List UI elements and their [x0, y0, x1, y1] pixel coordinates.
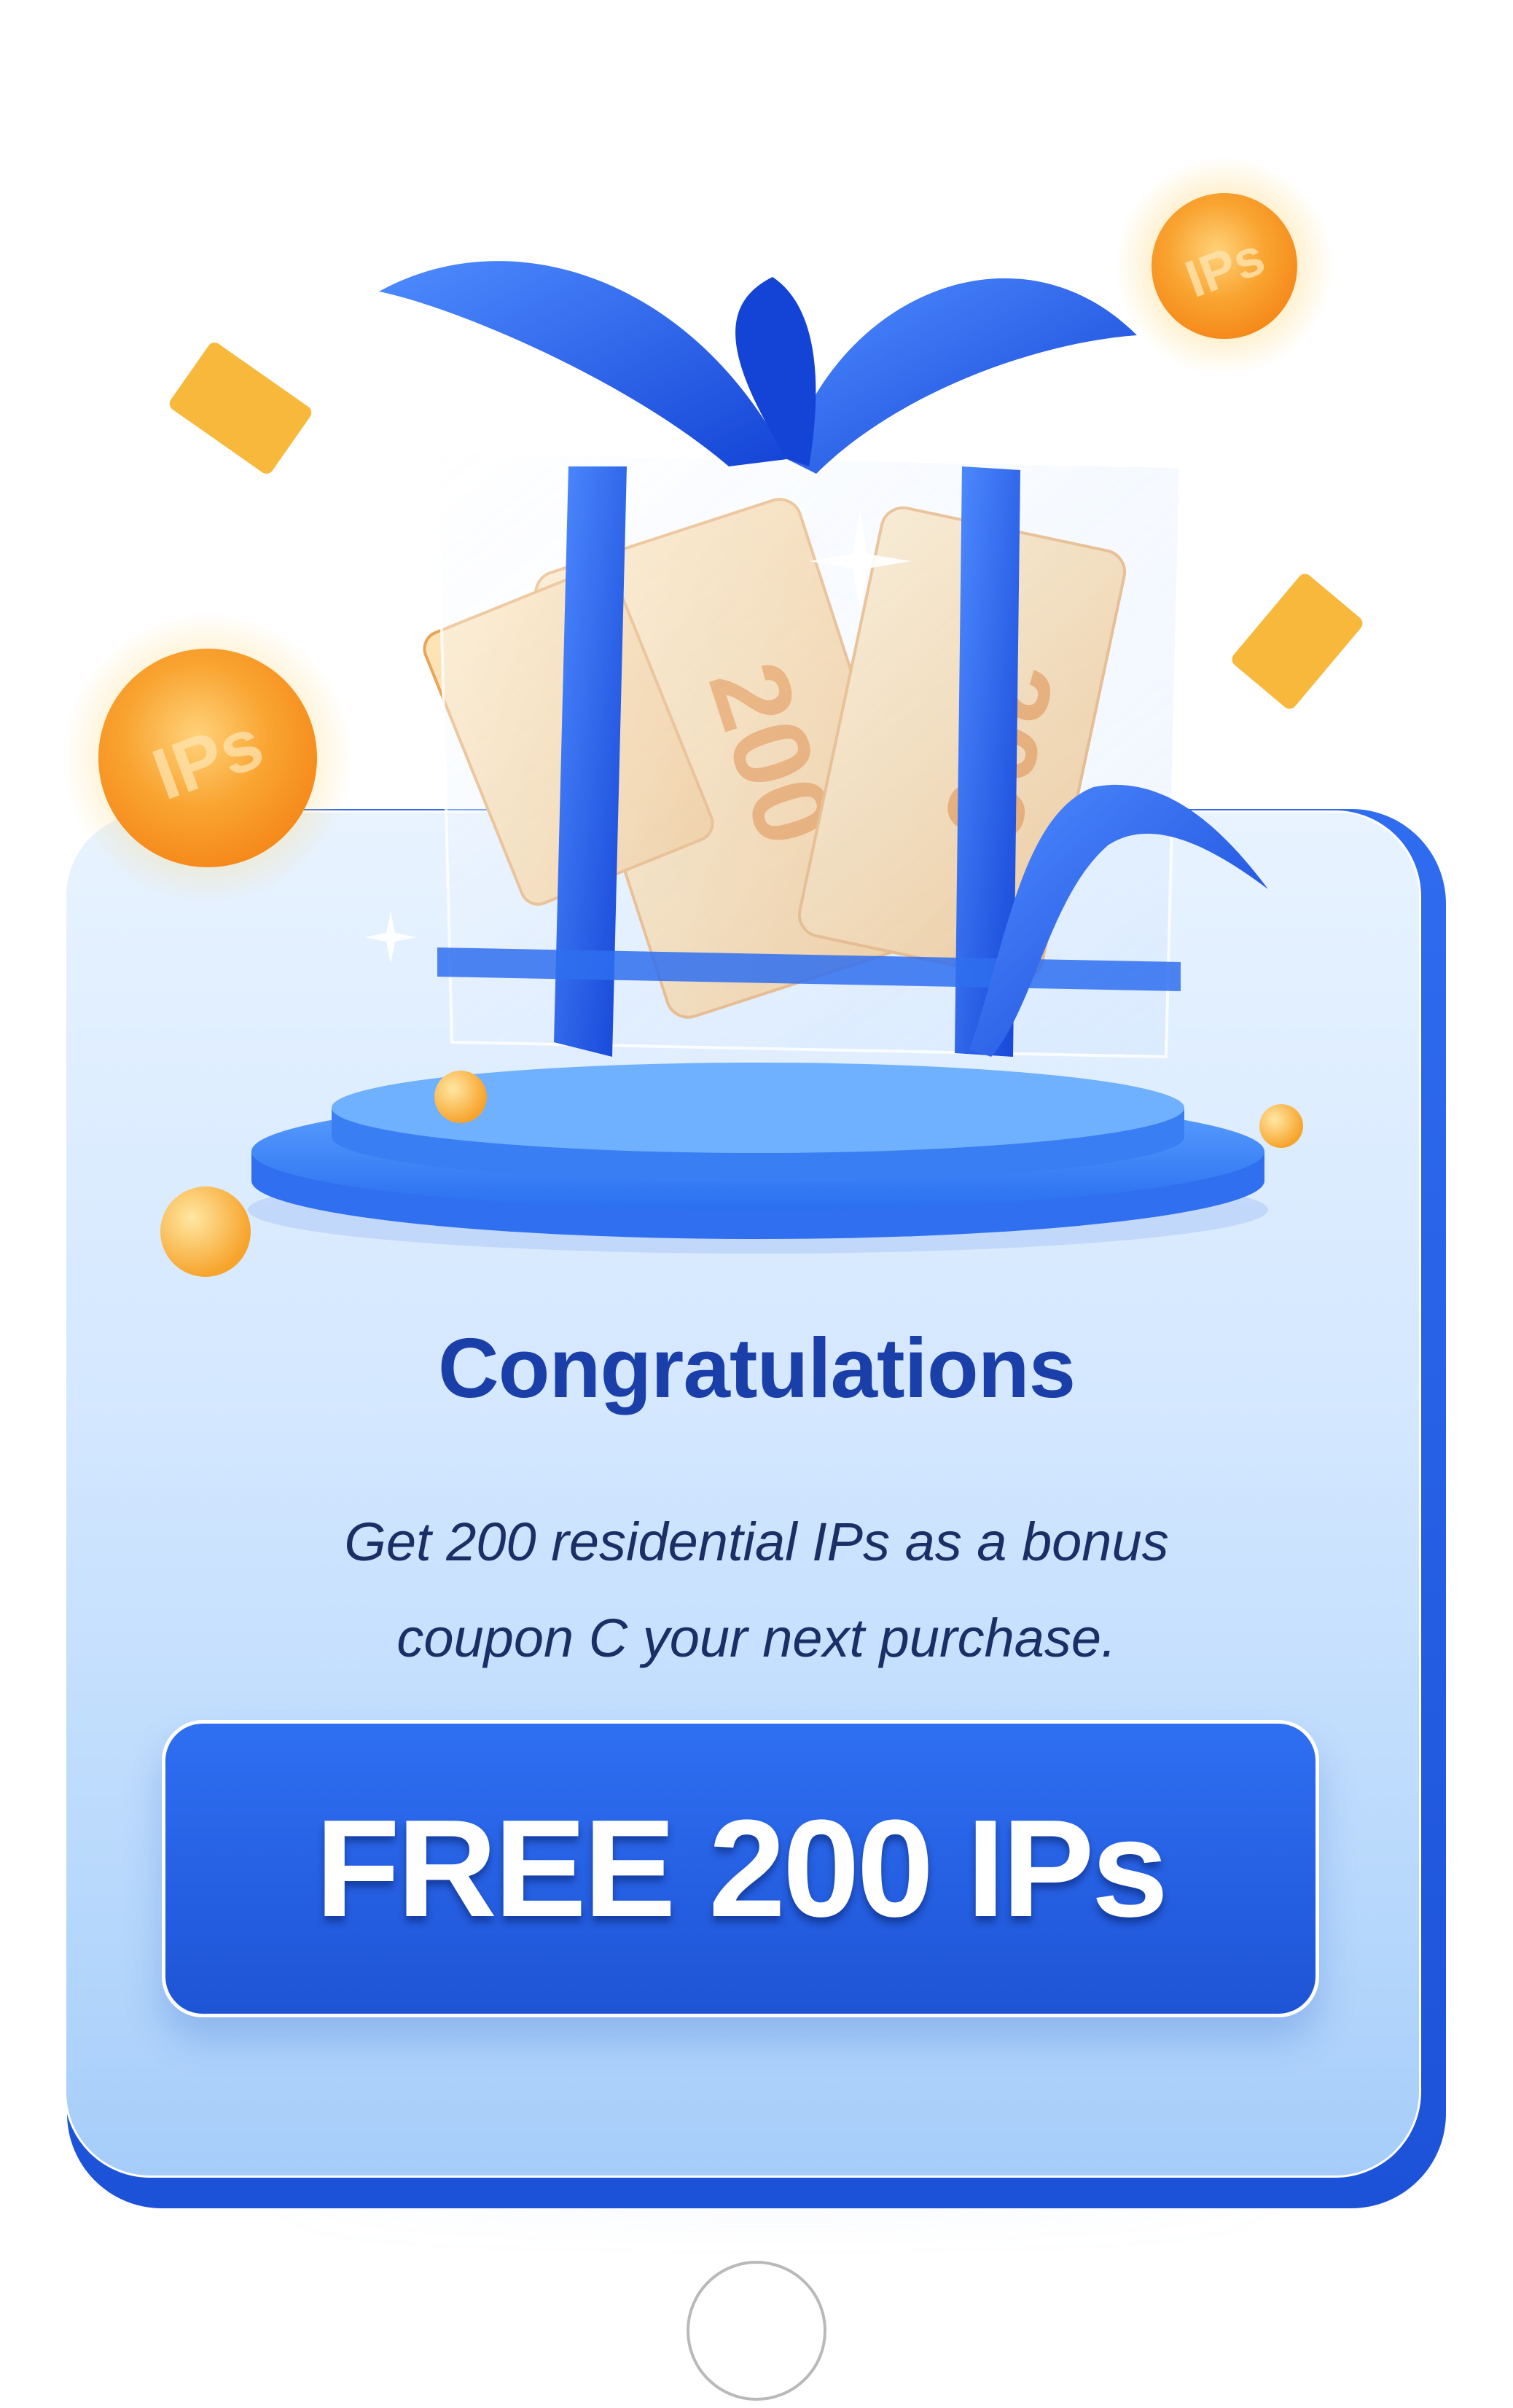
gift-illustration: IPs IPs [62, 157, 1363, 1277]
claim-free-ips-button[interactable]: FREE 200 IPs [162, 1720, 1319, 2017]
popup-message-line1: Get 200 residential IPs as a bonus [344, 1512, 1169, 1572]
ticket-icon [1232, 574, 1363, 709]
popup-message: Get 200 residential IPs as a bonus coupo… [189, 1494, 1324, 1686]
close-icon[interactable] [687, 2261, 826, 2401]
podium [248, 1063, 1268, 1254]
gift-box-icon: 200 200 [364, 261, 1268, 1059]
promo-popup-screen: IPs IPs Congratulations Get 200 resident… [0, 0, 1513, 2408]
gold-ball [160, 1187, 251, 1277]
claim-button-label: FREE 200 IPs [315, 1791, 1168, 1946]
coin-icon: IPs [1115, 157, 1334, 375]
gold-ball [434, 1071, 487, 1123]
popup-title: Congratulations [437, 1321, 1076, 1415]
ticket-icon [169, 343, 312, 474]
gold-ball [1259, 1104, 1303, 1148]
coin-icon: IPs [62, 612, 353, 904]
popup-message-line2: coupon C your next purchase. [396, 1608, 1117, 1668]
